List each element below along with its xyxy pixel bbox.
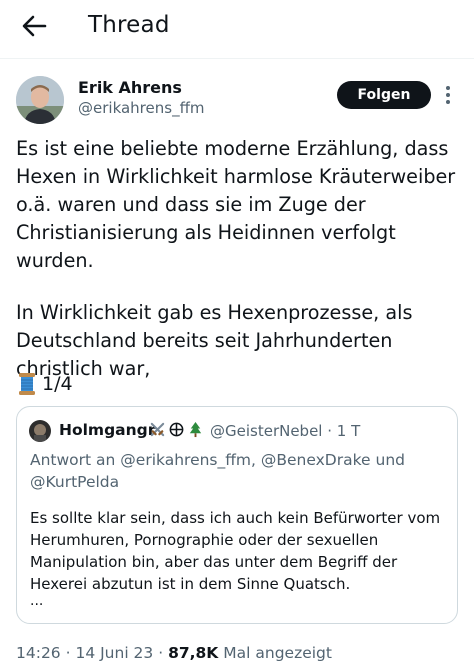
follow-button[interactable]: Folgen <box>337 81 431 109</box>
tweet-date: 14 Juni 23 <box>75 644 154 662</box>
quote-time: 1 T <box>336 422 361 440</box>
evergreen-tree-icon <box>189 421 202 438</box>
views-count: 87,8K <box>168 644 219 662</box>
thread-header: Thread <box>0 0 474 56</box>
header-divider <box>0 58 474 59</box>
avatar[interactable] <box>16 76 64 124</box>
author-name[interactable]: Erik Ahrens <box>78 78 182 97</box>
tweet-paragraph-2: In Wirklichkeit gab es Hexenprozesse, al… <box>16 301 413 380</box>
quote-handle[interactable]: @GeisterNebel <box>210 422 322 440</box>
quote-reply-to: Antwort an @erikahrens_ffm, @BenexDrake … <box>30 451 405 491</box>
quote-author-name[interactable]: Holmgangr <box>59 421 155 439</box>
tweet-time: 14:26 <box>16 644 61 662</box>
quoted-tweet[interactable]: Holmgangr @GeisterNebel · 1 T Antwort an… <box>16 406 458 624</box>
quote-handle-time: @GeisterNebel · 1 T <box>210 422 361 440</box>
crossed-swords-icon <box>150 422 165 437</box>
more-options-icon[interactable] <box>441 84 455 108</box>
page-title: Thread <box>88 12 170 38</box>
tweet-meta: 14:26 · 14 Juni 23 · 87,8K Mal angezeigt <box>16 644 332 662</box>
thread-count: 1/4 <box>18 371 73 397</box>
thread-count-label: 1/4 <box>42 373 73 395</box>
tweet-paragraph-1: Es ist eine beliebte moderne Erzählung, … <box>16 137 456 272</box>
arrow-left-icon <box>22 15 47 37</box>
author-handle[interactable]: @erikahrens_ffm <box>78 99 205 117</box>
quote-text: Es sollte klar sein, dass ich auch kein … <box>30 509 441 593</box>
quote-avatar[interactable] <box>29 420 51 442</box>
views-label: Mal angezeigt <box>223 644 332 662</box>
circle-cross-icon <box>169 422 184 437</box>
quote-name-emojis <box>149 420 204 439</box>
tweet-text: Es ist eine beliebte moderne Erzählung, … <box>16 135 464 383</box>
back-button[interactable] <box>18 10 50 42</box>
thread-spool-icon <box>19 373 35 395</box>
quote-ellipsis: ... <box>30 593 44 609</box>
